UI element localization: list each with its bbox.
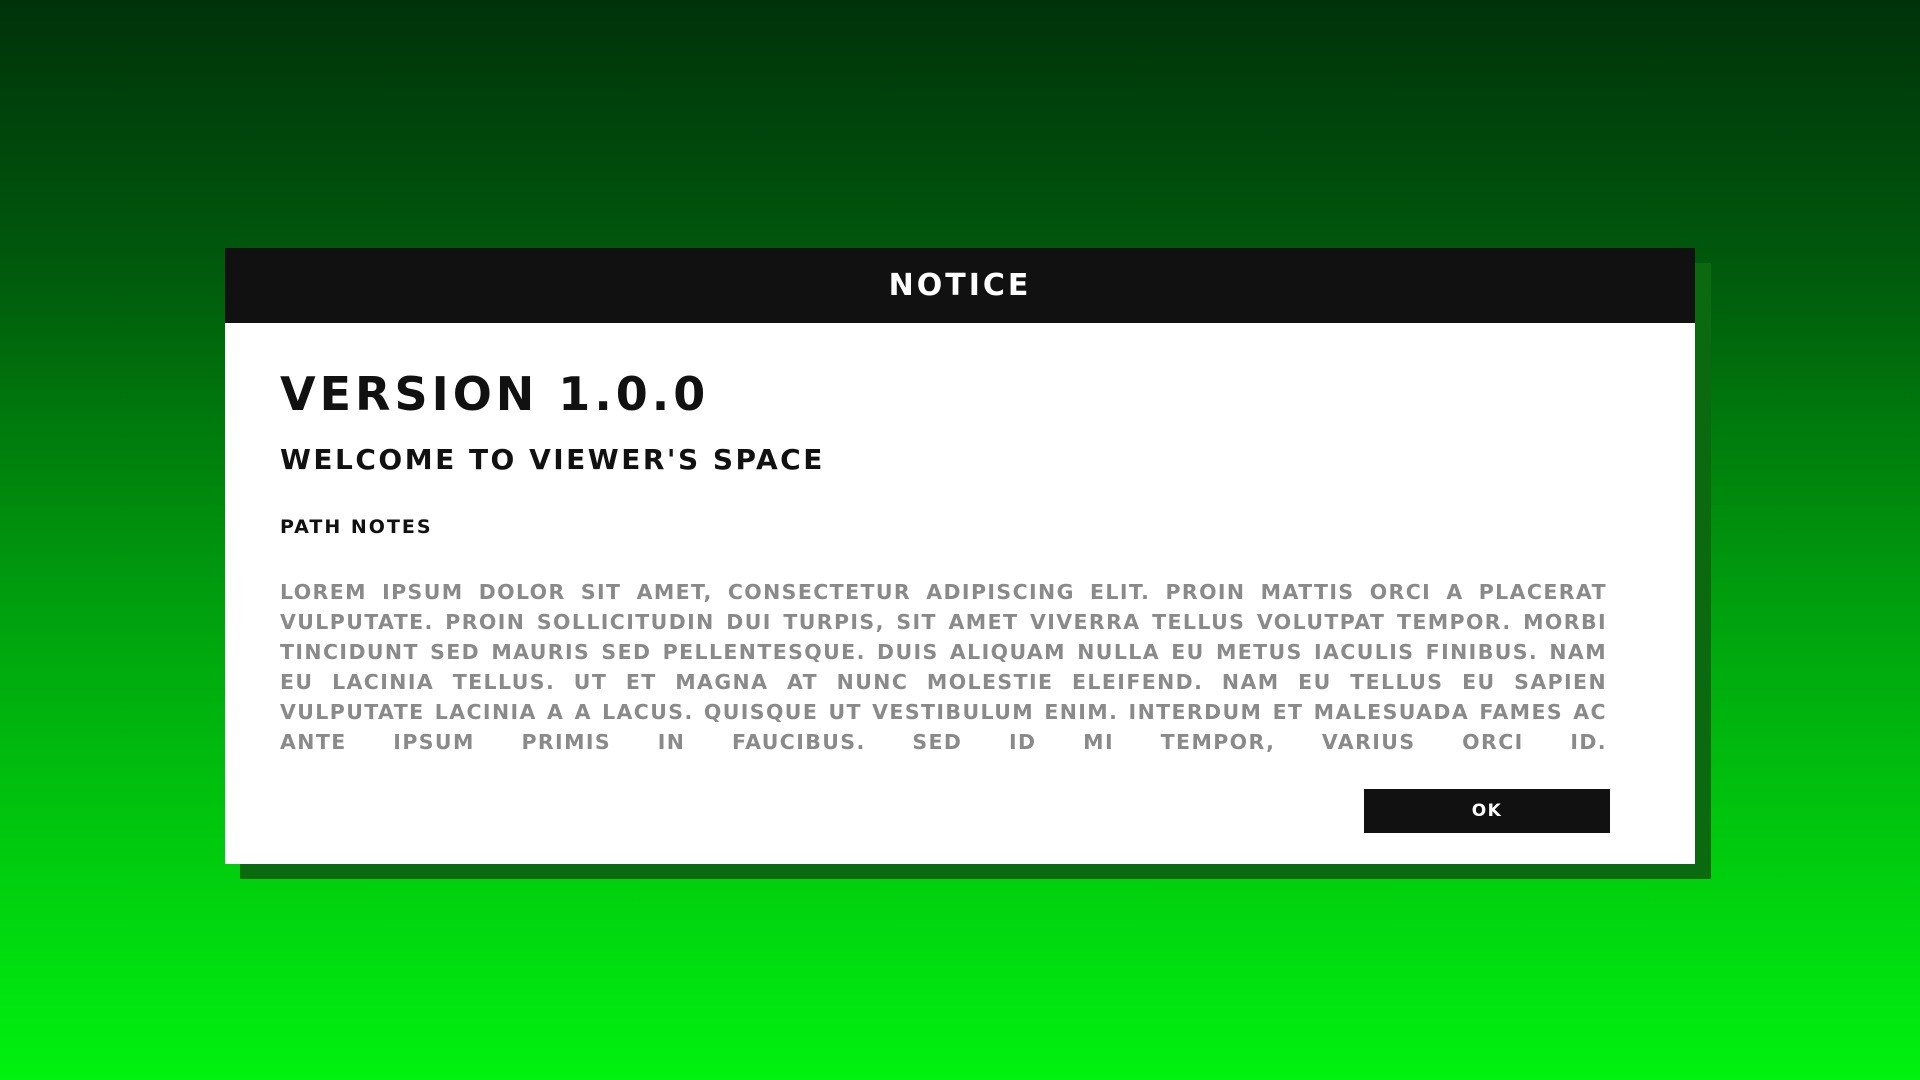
dialog-title: NOTICE	[888, 268, 1032, 303]
version-title: VERSION 1.0.0	[280, 367, 710, 421]
dialog-body: VERSION 1.0.0 WELCOME TO VIEWER'S SPACE …	[225, 323, 1695, 864]
ok-button[interactable]: OK	[1364, 789, 1610, 833]
path-notes-text: LOREM IPSUM DOLOR SIT AMET, CONSECTETUR …	[280, 580, 1607, 754]
path-notes-heading: PATH NOTES	[280, 516, 433, 538]
dialog-header: NOTICE	[225, 248, 1695, 323]
welcome-title: WELCOME TO VIEWER'S SPACE	[280, 443, 825, 476]
notice-dialog: NOTICE VERSION 1.0.0 WELCOME TO VIEWER'S…	[225, 248, 1695, 864]
